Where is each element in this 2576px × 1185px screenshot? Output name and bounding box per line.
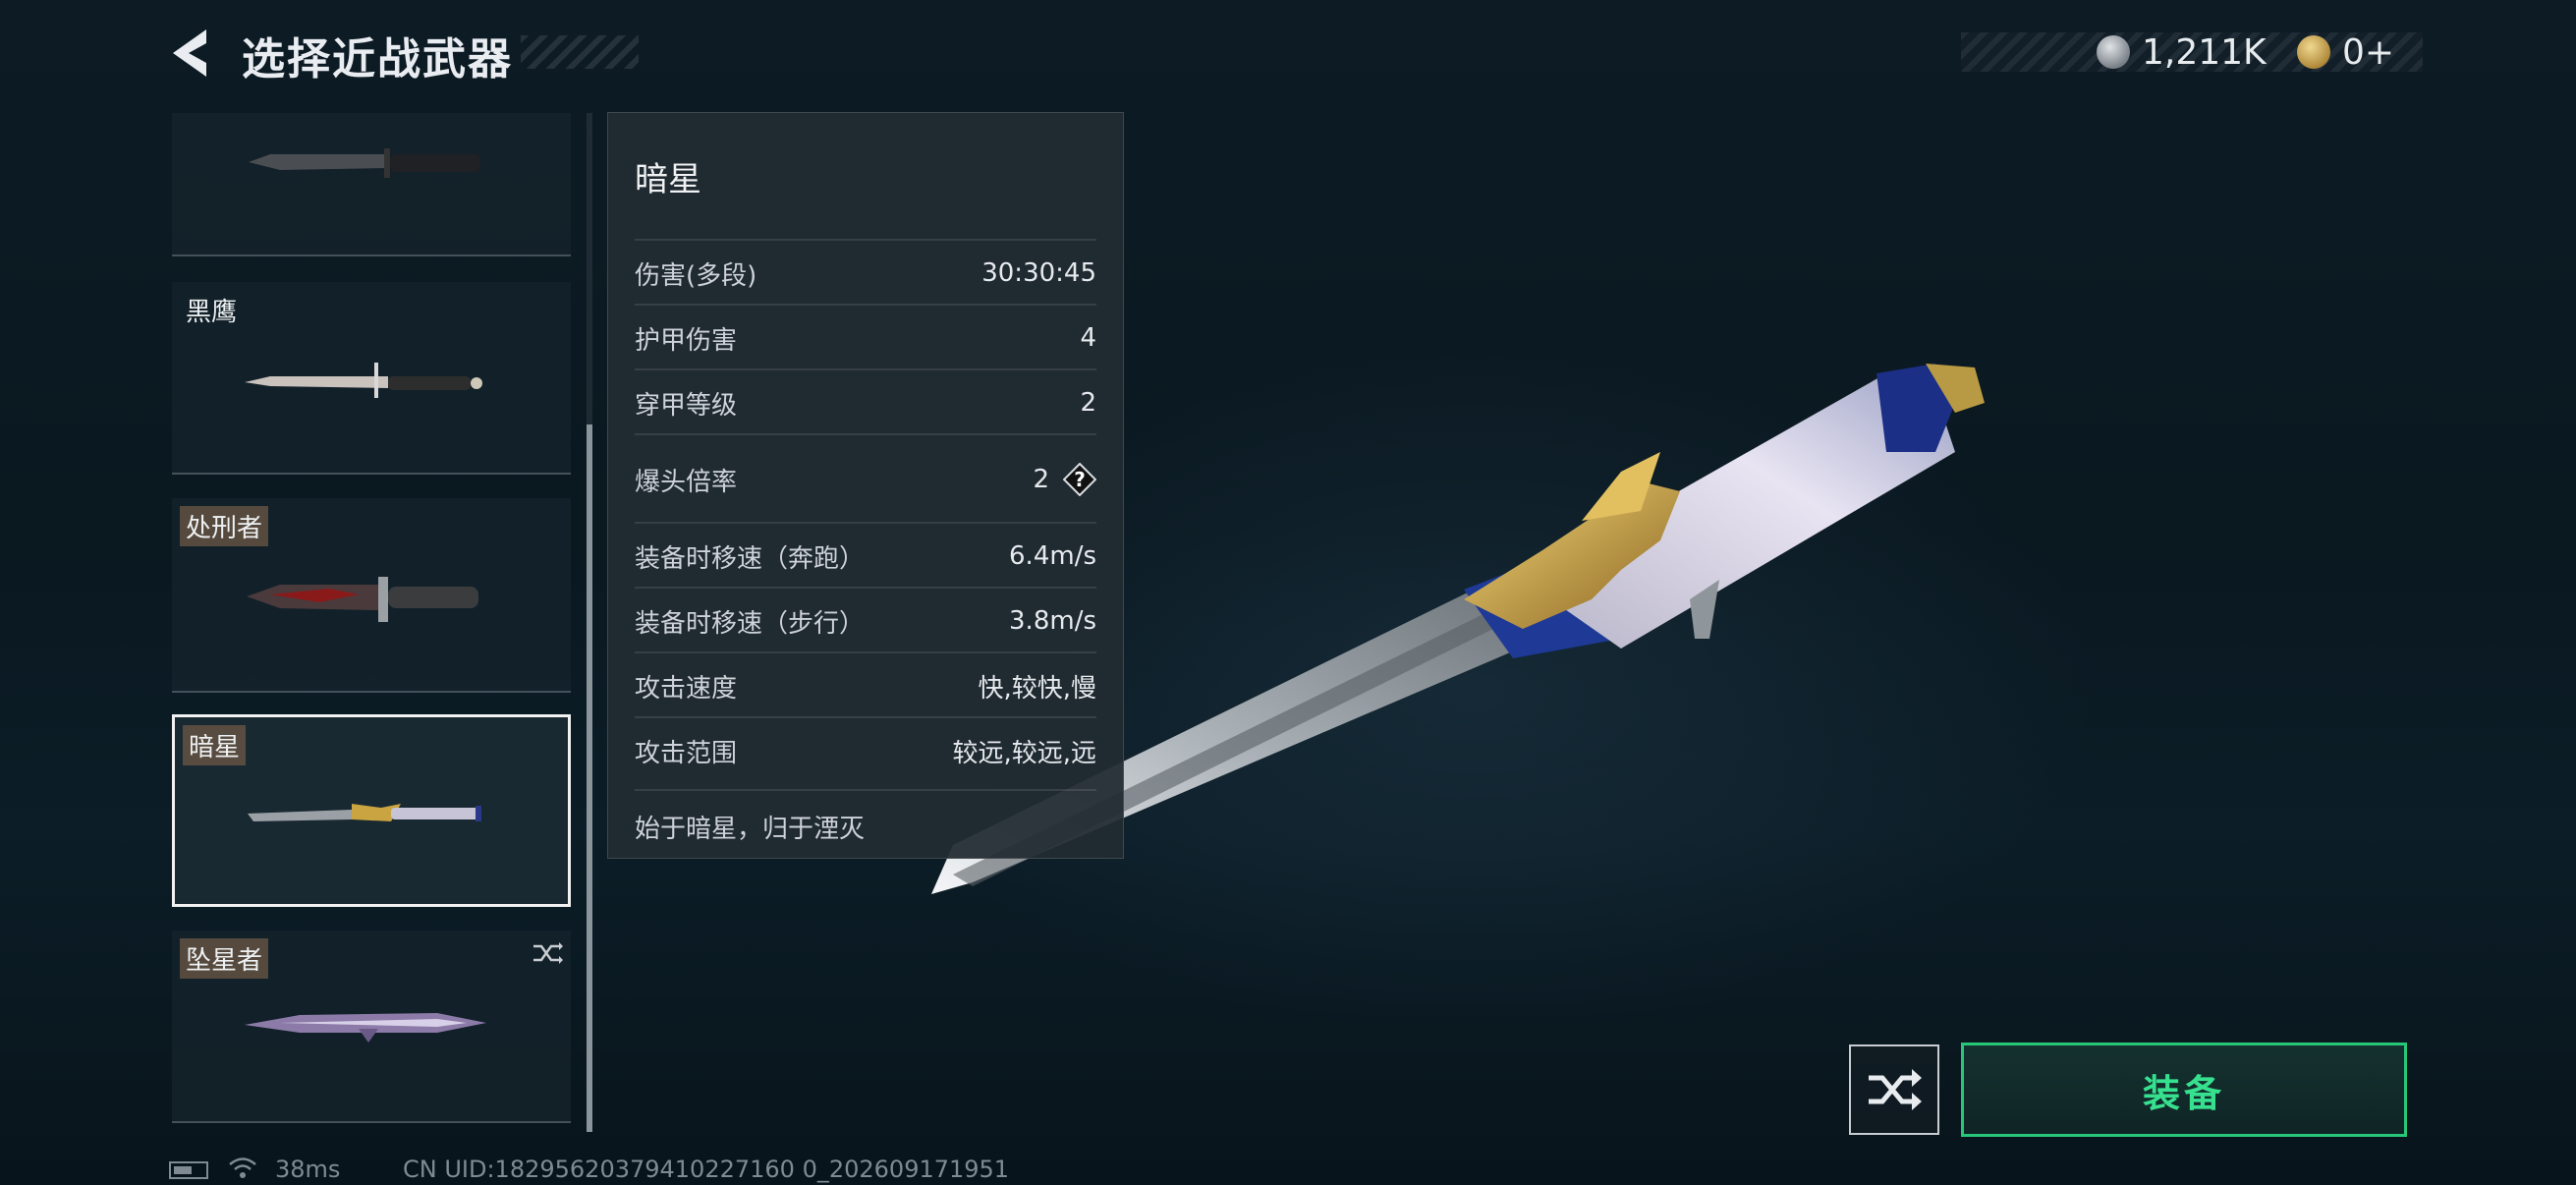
battery-icon [169,1161,208,1179]
ping-readout: 38ms [275,1156,341,1183]
stat-label: 护甲伤害 [635,325,738,356]
silver-amount: 1,211K [2142,31,2267,73]
wifi-icon [229,1157,256,1178]
weapon-name: 坠星者 [180,938,269,979]
weapon-list[interactable]: 黑鹰 处刑者 暗星 坠星者 [172,113,575,1130]
detail-weapon-name: 暗星 [635,160,701,199]
starfaller-knife-icon [245,1013,486,1043]
blackhawk-knife-icon [245,363,482,398]
stat-value: 3.8m/s [1009,606,1096,636]
stat-label: 装备时移速（奔跑） [635,543,866,574]
stat-value: 快,较快,慢 [978,673,1096,704]
stat-label: 伤害(多段) [635,260,757,291]
darkstar-knife-icon [248,804,481,821]
weapon-name: 暗星 [183,725,247,765]
weapon-description: 始于暗星，归于湮灭 [635,789,1096,845]
weapon-name: 黑鹰 [186,298,238,327]
tactical-knife-icon [249,148,480,178]
title-decoration [521,35,639,69]
list-scroll-thumb[interactable] [587,424,592,1132]
weapon-card-darkstar[interactable]: 暗星 [172,714,571,907]
stat-value: 4 [1080,323,1096,353]
svg-text:?: ? [1074,468,1086,491]
weapon-card-blackhawk[interactable]: 黑鹰 [172,282,571,475]
random-skin-icon [533,942,563,964]
silver-coin-icon [2097,35,2130,69]
stat-row-attack-range: 攻击范围 较远,较远,远 [635,716,1096,783]
stat-row-armor-damage: 护甲伤害 4 [635,304,1096,370]
page-title: 选择近战武器 [242,34,513,85]
gold-amount: 0+ [2342,31,2395,73]
stat-value: 30:30:45 [981,258,1096,288]
weapon-card-tactical[interactable] [172,113,571,256]
stat-value-wrap: 2 ? [1033,463,1096,496]
user-uid: CN UID:18295620379410227160 0_2026091719… [403,1156,1010,1183]
stat-value: 2 [1080,388,1096,418]
random-skin-button[interactable] [1849,1044,1939,1135]
stat-value: 6.4m/s [1009,541,1096,571]
stat-label: 攻击范围 [635,738,738,768]
weapon-card-starfaller[interactable]: 坠星者 [172,931,571,1123]
stat-row-headshot: 爆头倍率 2 ? [635,433,1096,524]
stat-label: 装备时移速（步行） [635,608,866,639]
stat-label: 穿甲等级 [635,390,738,421]
shuffle-icon [1869,1069,1922,1110]
weapon-detail-panel: 暗星 伤害(多段) 30:30:45 护甲伤害 4 穿甲等级 2 爆头倍率 2 … [607,112,1124,859]
stat-row-attack-speed: 攻击速度 快,较快,慢 [635,651,1096,718]
stat-row-penetration: 穿甲等级 2 [635,368,1096,435]
weapon-name: 处刑者 [180,506,269,546]
stat-label: 攻击速度 [635,673,738,704]
help-question-icon[interactable]: ? [1063,463,1096,496]
stat-row-run-speed: 装备时移速（奔跑） 6.4m/s [635,522,1096,589]
weapon-card-executioner[interactable]: 处刑者 [172,498,571,693]
silver-currency: 1,211K [2097,29,2267,75]
stat-value: 2 [1033,465,1049,494]
executioner-knife-icon [247,577,478,622]
stat-row-damage: 伤害(多段) 30:30:45 [635,239,1096,306]
stat-row-walk-speed: 装备时移速（步行） 3.8m/s [635,587,1096,653]
equip-button[interactable]: 装备 [1961,1043,2407,1137]
gold-triangle-coin-icon [2297,35,2330,69]
gold-currency: 0+ [2297,29,2394,75]
back-button[interactable] [167,26,216,81]
stat-label: 爆头倍率 [635,467,738,497]
back-arrow-icon [173,29,206,77]
stat-value: 较远,较远,远 [952,738,1096,768]
